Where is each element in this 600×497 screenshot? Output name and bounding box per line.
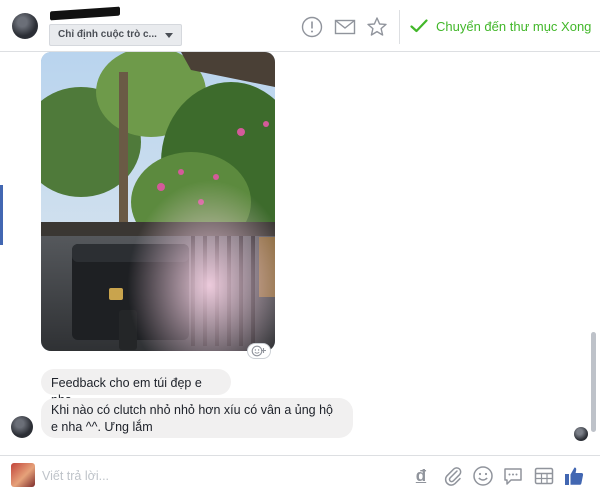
contact-avatar[interactable] [12,13,38,39]
mail-icon[interactable] [334,16,356,38]
thread-scrollbar[interactable] [591,332,596,432]
header-divider [399,10,400,44]
move-to-done-button[interactable]: Chuyển đến thư mục Xong [410,14,591,38]
checkmark-icon [410,19,428,33]
template-icon[interactable] [533,465,555,487]
handbag-photo [41,52,275,351]
move-to-done-label: Chuyển đến thư mục Xong [436,18,592,34]
assign-dropdown-label: Chỉ định cuộc trò c... [58,29,157,40]
add-reaction-icon [251,345,266,357]
attachment-icon[interactable] [442,465,464,487]
message-photo[interactable] [41,52,275,351]
react-button[interactable] [247,343,271,359]
currency-icon[interactable]: đ [410,465,432,487]
assign-conversation-dropdown[interactable]: Chỉ định cuộc trò c... [49,24,182,46]
reply-input[interactable] [42,465,282,487]
message-bubble: Feedback cho em túi đẹp e nha [41,369,231,407]
sender-avatar [11,416,33,438]
currency-symbol: đ [415,466,427,485]
seen-indicator-avatar [574,427,588,441]
saved-reply-icon[interactable] [502,465,524,487]
message-bubble: Khi nào có clutch nhỏ nhỏ hơn xíu có vân… [41,398,353,438]
message-text: Khi nào có clutch nhỏ nhỏ hơn xíu có vân… [51,403,334,434]
star-icon[interactable] [366,16,388,38]
like-icon[interactable] [563,465,585,487]
selection-accent [0,185,3,245]
chevron-down-icon [165,33,173,38]
my-avatar [11,463,35,487]
reply-composer: đ [0,455,600,497]
conversation-header: Chỉ định cuộc trò c... Chuyển đến thư mụ… [0,0,600,52]
emoji-icon[interactable] [472,465,494,487]
contact-name-redacted [50,6,120,21]
alert-icon[interactable] [301,16,323,38]
